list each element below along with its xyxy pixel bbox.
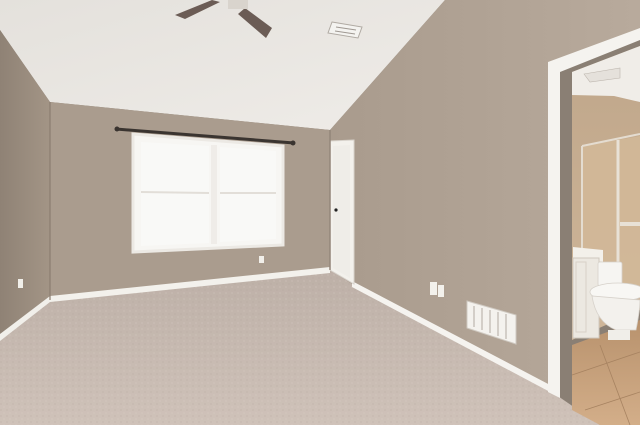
closet-door	[329, 139, 355, 285]
bedroom-photo-drawing	[0, 0, 640, 425]
double-window	[131, 132, 285, 254]
bedroom-photo	[0, 0, 640, 425]
